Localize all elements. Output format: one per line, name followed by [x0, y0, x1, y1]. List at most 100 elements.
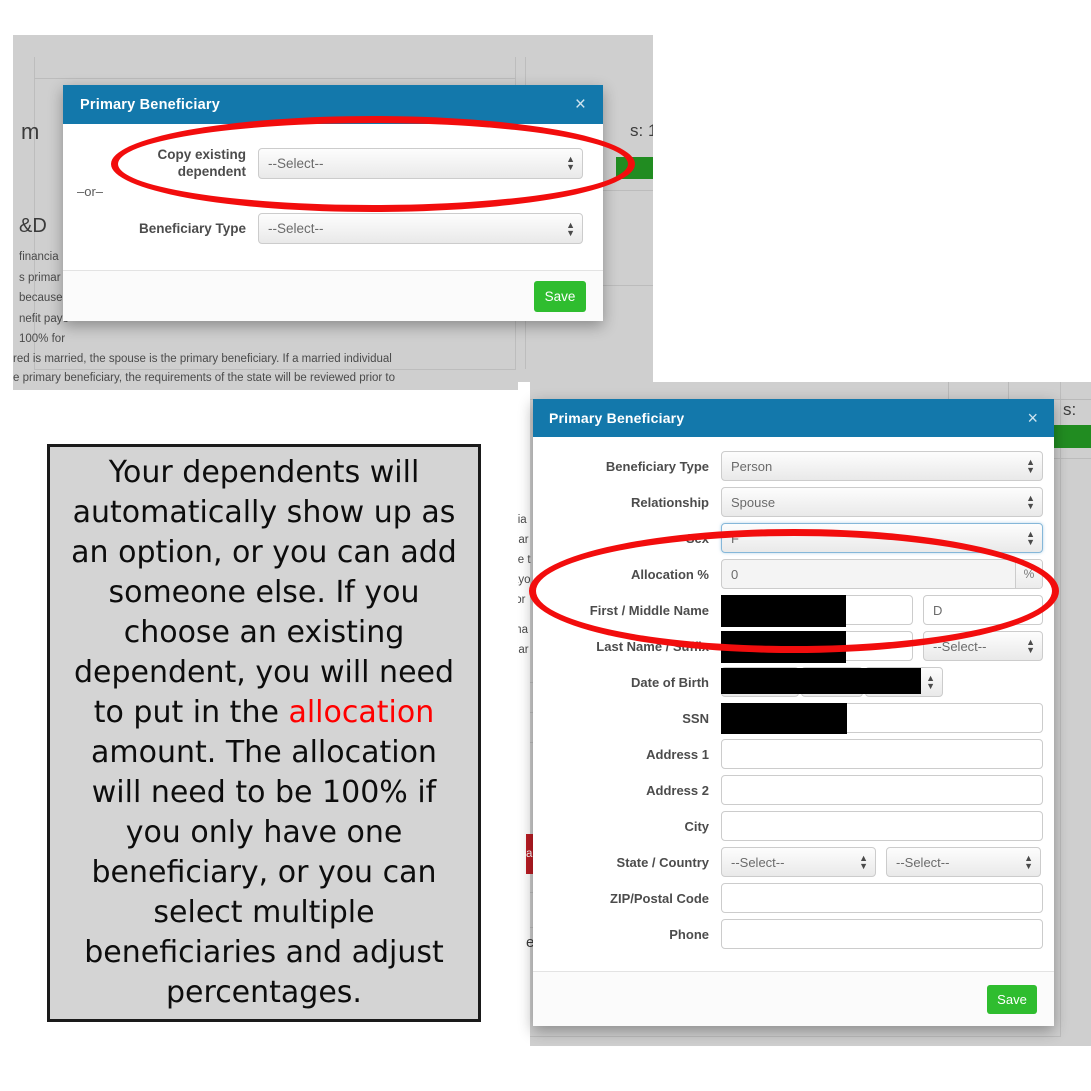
address-2-input[interactable]	[721, 775, 1043, 805]
modal-header: Primary Beneficiary ×	[533, 399, 1054, 437]
form-row-ssn: SSN	[533, 703, 1054, 734]
form-row-beneficiary-type: Beneficiary Type --Select-- ▲ ▼	[63, 213, 583, 244]
modal-footer: Save	[63, 270, 603, 321]
clipped-line: 100% for	[19, 333, 66, 345]
callout-highlight: allocation	[288, 695, 435, 730]
form-row-first-middle-name: First / Middle Name D	[533, 595, 1054, 627]
suffix-select[interactable]: --Select-- ▲ ▼	[923, 631, 1043, 661]
select-value: --Select--	[268, 155, 324, 171]
input-value: 0	[731, 566, 739, 582]
city-input[interactable]	[721, 811, 1043, 841]
callout-text: Your dependents will automatically show …	[66, 453, 462, 1013]
primary-beneficiary-modal-step2: Primary Beneficiary × Beneficiary Type P…	[533, 399, 1054, 1026]
background-divider	[948, 382, 949, 400]
last-name-suffix-label: Last Name / Suffix	[596, 638, 709, 654]
sex-select[interactable]: F ▲ ▼	[721, 523, 1043, 553]
label-line: dependent	[177, 164, 246, 179]
beneficiary-type-label: Beneficiary Type	[605, 458, 709, 474]
beneficiary-type-select[interactable]: Person ▲ ▼	[721, 451, 1043, 481]
percent-suffix-icon: %	[1015, 560, 1042, 588]
zip-postal-code-label: ZIP/Postal Code	[610, 890, 709, 906]
form-row-beneficiary-type: Beneficiary Type Person ▲ ▼	[533, 451, 1054, 481]
phone-input[interactable]	[721, 919, 1043, 949]
or-separator-label: –or–	[77, 184, 104, 199]
city-label: City	[684, 818, 709, 834]
modal-body: Beneficiary Type Person ▲ ▼ Relationship …	[533, 437, 1054, 971]
country-select[interactable]: --Select-- ▲ ▼	[886, 847, 1041, 877]
input-value: D	[933, 602, 943, 618]
form-row-relationship: Relationship Spouse ▲ ▼	[533, 487, 1054, 517]
date-of-birth-group: ▲▼ ▲▼ ▲▼	[721, 667, 945, 697]
phone-label: Phone	[669, 926, 709, 942]
primary-beneficiary-modal-step1: Primary Beneficiary × –or– Copy existing…	[63, 85, 603, 321]
save-button[interactable]: Save	[987, 984, 1037, 1014]
background-section-partial: &D	[19, 215, 47, 237]
background-divider	[1008, 382, 1009, 400]
select-value: Person	[731, 458, 773, 474]
zip-postal-code-input[interactable]	[721, 883, 1043, 913]
address-1-input[interactable]	[721, 739, 1043, 769]
form-row-zip: ZIP/Postal Code	[533, 883, 1054, 913]
chevron-updown-icon: ▲▼	[1026, 528, 1035, 547]
copy-existing-dependent-label: Copy existing dependent	[63, 146, 258, 180]
chevron-updown-icon: ▲▼	[926, 672, 935, 691]
chevron-updown-icon: ▲▼	[566, 219, 575, 238]
last-name-input[interactable]	[721, 631, 913, 663]
modal-body: –or– Copy existing dependent --Select-- …	[63, 124, 603, 270]
select-value: --Select--	[933, 638, 987, 654]
chevron-updown-icon: ▲▼	[566, 153, 575, 172]
modal-title: Primary Beneficiary	[80, 96, 221, 113]
paragraph-line: e primary beneficiary, the requirements …	[13, 372, 396, 384]
paragraph-line: red is married, the spouse is the primar…	[13, 353, 392, 365]
chevron-updown-icon: ▲▼	[1024, 852, 1033, 871]
form-row-last-name-suffix: Last Name / Suffix --Select-- ▲ ▼	[533, 631, 1054, 663]
save-button[interactable]: Save	[534, 280, 586, 312]
background-paragraph: red is married, the spouse is the primar…	[13, 350, 513, 388]
beneficiary-type-label: Beneficiary Type	[138, 221, 246, 236]
select-value: Spouse	[731, 494, 776, 510]
form-row-allocation: Allocation % 0 %	[533, 559, 1054, 589]
form-row-city: City	[533, 811, 1054, 841]
select-value: --Select--	[268, 221, 324, 236]
redaction-bar	[721, 631, 846, 663]
select-value: --Select--	[731, 854, 785, 870]
allocation-percent-input[interactable]: 0 %	[721, 559, 1043, 589]
date-of-birth-label: Date of Birth	[631, 674, 709, 690]
chevron-updown-icon: ▲▼	[859, 852, 868, 871]
select-value: --Select--	[896, 854, 950, 870]
modal-title: Primary Beneficiary	[549, 410, 685, 426]
background-counter-partial: s: 10	[630, 121, 653, 140]
form-row-address-1: Address 1	[533, 739, 1054, 769]
allocation-percent-label: Allocation %	[630, 566, 709, 582]
background-status-bar	[1052, 425, 1091, 448]
first-middle-name-label: First / Middle Name	[589, 602, 709, 618]
form-row-phone: Phone	[533, 919, 1054, 949]
close-icon[interactable]: ×	[575, 95, 586, 114]
callout-part-1: Your dependents will automatically show …	[71, 455, 457, 730]
background-divider	[1052, 458, 1091, 459]
form-row-state-country: State / Country --Select-- ▲ ▼ --Select--…	[533, 847, 1054, 877]
beneficiary-type-select[interactable]: --Select-- ▲ ▼	[258, 213, 583, 244]
redaction-bar	[721, 703, 847, 734]
callout-part-2: amount. The allocation will need to be 1…	[84, 735, 444, 1010]
relationship-select[interactable]: Spouse ▲ ▼	[721, 487, 1043, 517]
close-icon[interactable]: ×	[1027, 409, 1038, 427]
modal-header: Primary Beneficiary ×	[63, 85, 603, 124]
select-value: F	[731, 530, 739, 546]
form-row-copy-existing-dependent: Copy existing dependent --Select-- ▲ ▼	[63, 146, 583, 180]
address-1-label: Address 1	[646, 746, 709, 762]
background-counter-partial: s:	[1063, 400, 1077, 419]
middle-name-input[interactable]: D	[923, 595, 1043, 625]
state-select[interactable]: --Select-- ▲ ▼	[721, 847, 876, 877]
redaction-bar	[721, 595, 846, 627]
address-2-label: Address 2	[646, 782, 709, 798]
sex-label: Sex	[685, 530, 709, 546]
label-line: Copy existing	[157, 147, 246, 162]
chevron-updown-icon: ▲▼	[1026, 492, 1035, 511]
chevron-updown-icon: ▲▼	[1026, 636, 1035, 655]
ssn-input[interactable]	[721, 703, 1043, 734]
chevron-updown-icon: ▲▼	[1026, 456, 1035, 475]
first-name-input[interactable]	[721, 595, 913, 627]
form-row-sex: Sex F ▲ ▼	[533, 523, 1054, 553]
copy-existing-dependent-select[interactable]: --Select-- ▲ ▼	[258, 147, 583, 179]
